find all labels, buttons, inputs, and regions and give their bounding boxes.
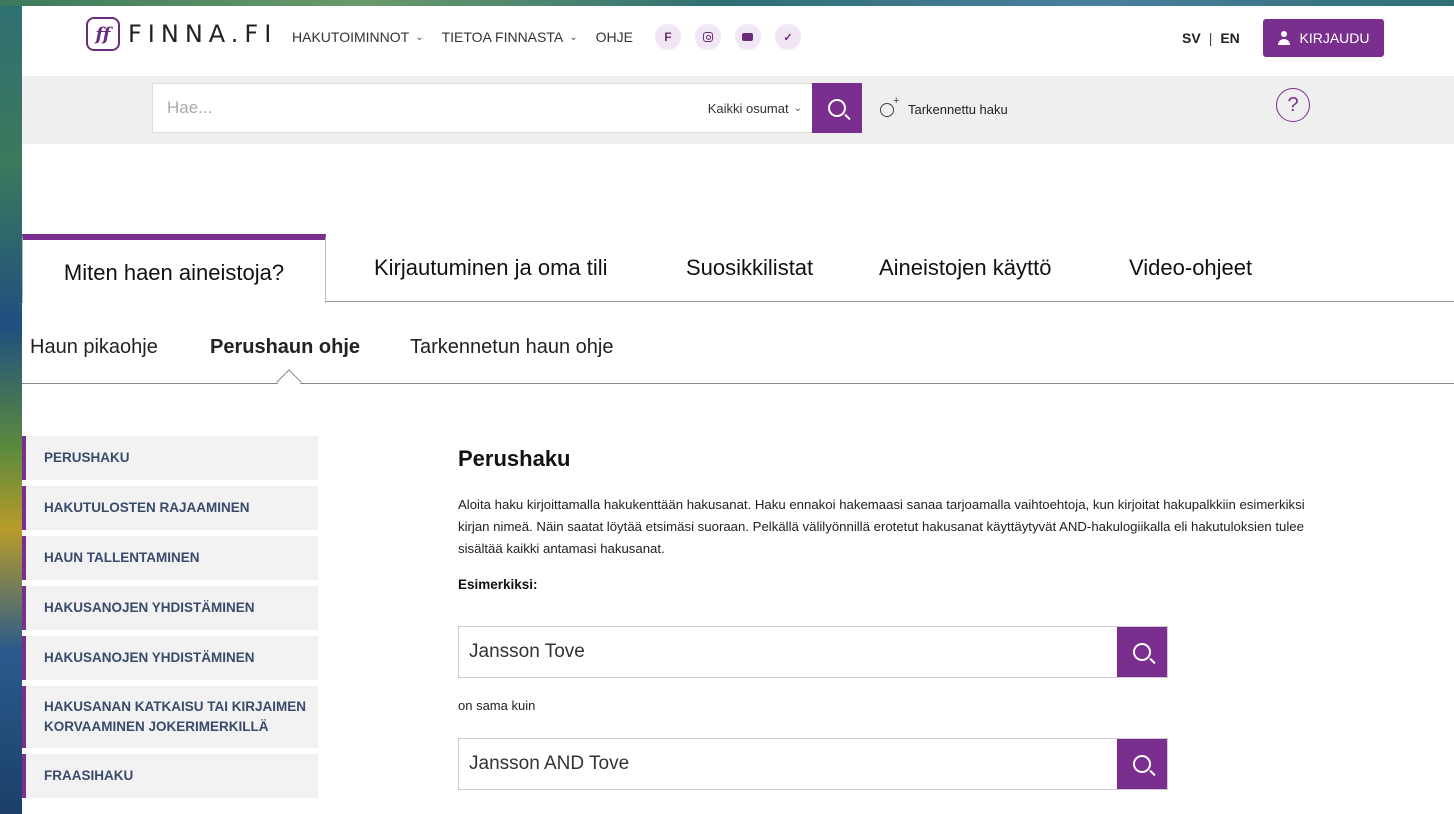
chevron-down-icon: ⌄ bbox=[569, 31, 578, 43]
example-label: Esimerkiksi: bbox=[458, 577, 538, 593]
active-tab-caret bbox=[276, 369, 302, 395]
site-header: ff FINNA.FI HAKUTOIMINNOT ⌄ TIETOA FINNA… bbox=[22, 6, 1454, 76]
subtab-pikaohje[interactable]: Haun pikaohje bbox=[30, 336, 158, 359]
tab-label: Video-ohjeet bbox=[1129, 255, 1253, 280]
side-item-label: HAUN TALLENTAMINEN bbox=[44, 550, 200, 566]
twitter-icon[interactable]: ✓ bbox=[774, 24, 801, 50]
page: ff FINNA.FI HAKUTOIMINNOT ⌄ TIETOA FINNA… bbox=[22, 6, 1454, 814]
side-menu: PERUSHAKU HAKUTULOSTEN RAJAAMINEN HAUN T… bbox=[22, 436, 318, 804]
lang-sv[interactable]: SV bbox=[1182, 30, 1201, 46]
login-button[interactable]: KIRJAUDU bbox=[1263, 19, 1384, 57]
lang-en[interactable]: EN bbox=[1220, 30, 1239, 46]
nav-label: HAKUTOIMINNOT bbox=[292, 29, 410, 45]
nav-label: OHJE bbox=[595, 29, 633, 45]
nav-tietoa-finnasta[interactable]: TIETOA FINNASTA ⌄ bbox=[442, 29, 578, 45]
twitter-glyph: ✓ bbox=[783, 31, 793, 44]
side-item-label: FRAASIHAKU bbox=[44, 768, 134, 784]
example-search-2: Jansson AND Tove bbox=[458, 738, 1168, 790]
background-frame-left bbox=[0, 0, 22, 814]
side-item-perushaku[interactable]: PERUSHAKU bbox=[22, 436, 318, 480]
side-item-label: HAKUSANOJEN YHDISTÄMINEN bbox=[44, 600, 255, 616]
logo-text: FINNA.FI bbox=[128, 20, 278, 48]
facebook-icon[interactable]: f bbox=[654, 24, 681, 50]
lang-separator: | bbox=[1208, 30, 1213, 46]
search-input[interactable] bbox=[153, 98, 708, 118]
tab-label: Kirjautuminen ja oma tili bbox=[374, 255, 608, 280]
facebook-glyph: f bbox=[664, 30, 672, 44]
tab-suosikkilistat[interactable]: Suosikkilistat bbox=[686, 234, 813, 302]
instagram-glyph bbox=[702, 32, 713, 42]
tab-label: Aineistojen käyttö bbox=[879, 255, 1052, 280]
side-item-label: HAKUSANOJEN YHDISTÄMINEN bbox=[44, 650, 255, 666]
example-search-button[interactable] bbox=[1117, 627, 1167, 677]
search-icon bbox=[1133, 755, 1151, 773]
sub-tabs: Haun pikaohje Perushaun ohje Tarkennetun… bbox=[22, 324, 1454, 395]
search-box: Kaikki osumat ⌄ bbox=[152, 83, 812, 133]
search-icon bbox=[1133, 643, 1151, 661]
tab-aineistojen-kaytto[interactable]: Aineistojen käyttö bbox=[879, 234, 1051, 302]
subtab-tarkennetun-haun-ohje[interactable]: Tarkennetun haun ohje bbox=[410, 336, 614, 359]
youtube-icon[interactable] bbox=[734, 24, 761, 50]
nav-ohje[interactable]: OHJE bbox=[596, 29, 633, 45]
language-switch: SV | EN bbox=[1182, 30, 1240, 46]
finna-logo[interactable]: ff FINNA.FI bbox=[86, 14, 277, 54]
side-item-katkaisu[interactable]: HAKUSANAN KATKAISU TAI KIRJAIMEN KORVAAM… bbox=[22, 686, 318, 748]
user-icon bbox=[1277, 31, 1291, 45]
tab-label: Suosikkilistat bbox=[686, 255, 814, 280]
example-search-value: Jansson AND Tove bbox=[469, 753, 630, 774]
social-links: f ✓ bbox=[654, 24, 801, 50]
instagram-icon[interactable] bbox=[694, 24, 721, 50]
example-search-1: Jansson Tove bbox=[458, 626, 1168, 678]
finna-logo-icon: ff bbox=[86, 17, 120, 51]
nav-hakutoiminnot[interactable]: HAKUTOIMINNOT ⌄ bbox=[292, 29, 424, 45]
scope-label: Kaikki osumat bbox=[707, 100, 789, 116]
subtab-perushaun-ohje[interactable]: Perushaun ohje bbox=[210, 336, 360, 359]
same-as-text: on sama kuin bbox=[458, 698, 536, 713]
example-search-value: Jansson Tove bbox=[469, 641, 585, 662]
side-item-label: HAKUTULOSTEN RAJAAMINEN bbox=[44, 500, 250, 516]
nav-label: TIETOA FINNASTA bbox=[441, 29, 564, 45]
tab-miten-haen[interactable]: Miten haen aineistoja? bbox=[22, 234, 326, 303]
search-icon bbox=[828, 99, 846, 117]
example-search-button[interactable] bbox=[1117, 739, 1167, 789]
side-item-tallentaminen[interactable]: HAUN TALLENTAMINEN bbox=[22, 536, 318, 580]
side-item-fraasihaku[interactable]: FRAASIHAKU bbox=[22, 754, 318, 798]
tab-video-ohjeet[interactable]: Video-ohjeet bbox=[1129, 234, 1252, 302]
chevron-down-icon: ⌄ bbox=[415, 31, 424, 43]
main-tabs: Miten haen aineistoja? Kirjautuminen ja … bbox=[22, 234, 1454, 303]
side-item-label: PERUSHAKU bbox=[44, 450, 130, 466]
login-label: KIRJAUDU bbox=[1299, 30, 1370, 46]
section-paragraph: Aloita haku kirjoittamalla hakukenttään … bbox=[458, 497, 1305, 556]
help-icon[interactable]: ? bbox=[1276, 88, 1310, 122]
advanced-search-label: Tarkennettu haku bbox=[908, 102, 1008, 117]
chevron-down-icon: ⌄ bbox=[793, 102, 802, 114]
side-item-rajaaminen[interactable]: HAKUTULOSTEN RAJAAMINEN bbox=[22, 486, 318, 530]
section-title: Perushaku bbox=[458, 446, 571, 471]
main-nav: HAKUTOIMINNOT ⌄ TIETOA FINNASTA ⌄ OHJE f… bbox=[292, 24, 801, 50]
tab-kirjautuminen[interactable]: Kirjautuminen ja oma tili bbox=[374, 234, 608, 302]
tab-label: Miten haen aineistoja? bbox=[63, 259, 285, 285]
advanced-search-icon bbox=[880, 95, 899, 117]
advanced-search-link[interactable]: Tarkennettu haku bbox=[880, 95, 1008, 117]
search-band: Kaikki osumat ⌄ Tarkennettu haku ? bbox=[22, 76, 1454, 144]
youtube-glyph bbox=[742, 33, 754, 41]
search-scope-select[interactable]: Kaikki osumat ⌄ bbox=[708, 101, 812, 116]
side-item-yhdistaminen-2[interactable]: HAKUSANOJEN YHDISTÄMINEN bbox=[22, 636, 318, 680]
search-button[interactable] bbox=[812, 83, 862, 133]
side-item-yhdistaminen[interactable]: HAKUSANOJEN YHDISTÄMINEN bbox=[22, 586, 318, 630]
side-item-label: HAKUSANAN KATKAISU TAI KIRJAIMEN KORVAAM… bbox=[44, 699, 306, 734]
help-content: Perushaku Aloita haku kirjoittamalla hak… bbox=[458, 446, 1358, 790]
